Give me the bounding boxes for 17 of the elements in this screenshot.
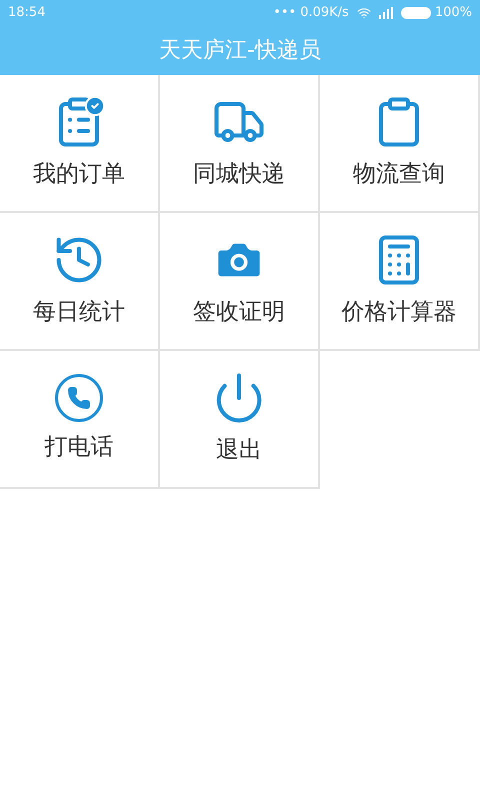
menu-tile[interactable]: 签收证明 [160,213,320,351]
menu-tile[interactable]: 打电话 [0,351,160,489]
wifi-icon [356,6,371,20]
status-dots: ••• [273,4,296,22]
battery-icon [400,7,431,19]
status-time: 18:54 [8,4,46,22]
network-speed: 0.09K/s [300,4,349,22]
menu-tile[interactable]: 物流查询 [320,75,480,213]
app-title: 天天庐江-快递员 [159,37,321,65]
phone-icon [55,374,103,422]
menu-tile[interactable]: 每日统计 [0,213,160,351]
menu-tile[interactable]: 价格计算器 [320,213,480,351]
menu-tile[interactable]: 我的订单 [0,75,160,213]
menu-tile[interactable]: 同城快递 [160,75,320,213]
menu-tile[interactable]: 退出 [160,351,320,489]
battery-level: 100% [434,4,472,22]
signal-icon [378,7,393,19]
